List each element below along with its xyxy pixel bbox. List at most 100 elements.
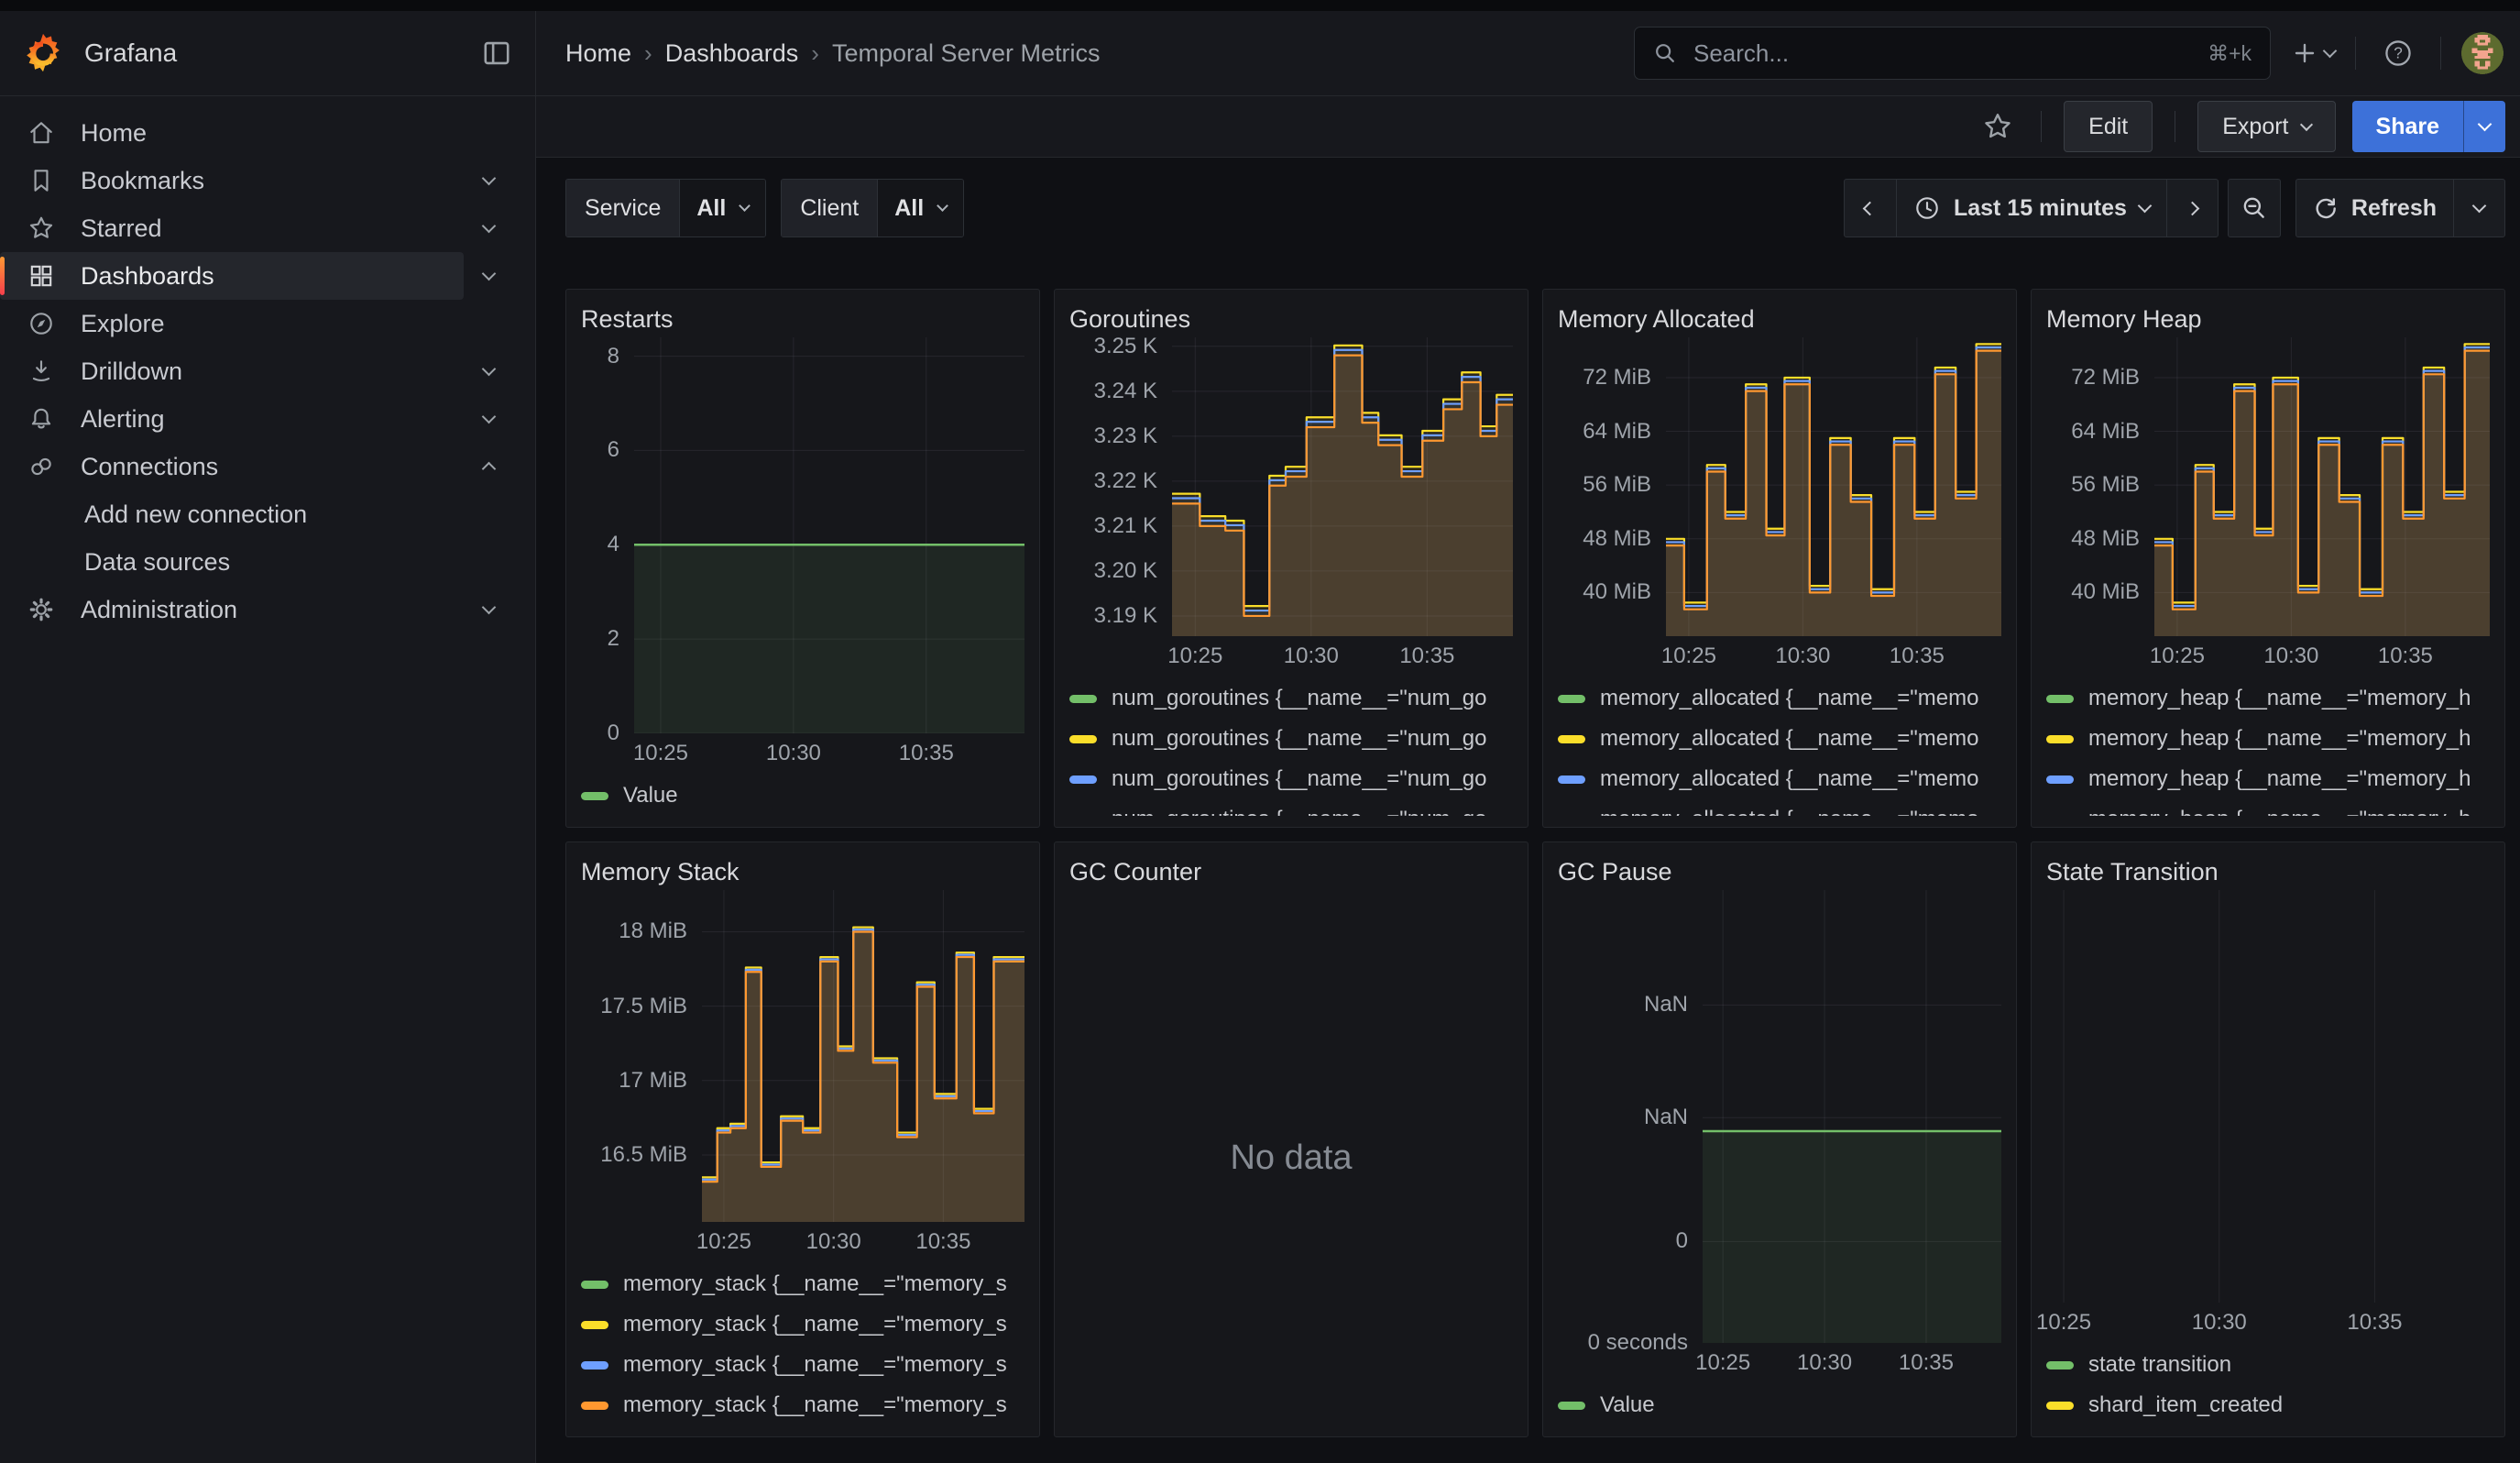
legend-label: memory_heap {__name__="memory_h xyxy=(2088,766,2471,792)
expand-alerting-button[interactable] xyxy=(464,395,513,443)
legend-item[interactable]: memory_heap {__name__="memory_h xyxy=(2046,678,2490,719)
legend-item[interactable]: num_goroutines {__name__="num_go xyxy=(1069,678,1513,719)
time-zoom-out-button[interactable] xyxy=(2229,180,2280,236)
legend-item[interactable]: memory_allocated {__name__="memo xyxy=(1558,719,2001,759)
legend-label: shard_item_created xyxy=(2088,1392,2283,1418)
chart[interactable]: 72 MiB64 MiB56 MiB48 MiB40 MiB xyxy=(1558,337,2001,636)
expand-dashboards-button[interactable] xyxy=(464,252,513,300)
client-label: Client xyxy=(782,180,877,236)
legend-swatch xyxy=(1558,776,1585,784)
legend-item[interactable]: num_goroutines {__name__="num_go xyxy=(1069,719,1513,759)
panel-header[interactable]: Memory Stack xyxy=(581,853,1024,890)
panel-header[interactable]: Restarts xyxy=(581,301,1024,337)
share-menu-button[interactable] xyxy=(2463,101,2505,152)
add-menu-button[interactable] xyxy=(2291,31,2335,75)
toolbar-divider xyxy=(2041,111,2042,142)
search-input[interactable] xyxy=(1692,38,2193,69)
service-value-dropdown[interactable]: All xyxy=(679,180,765,236)
chart[interactable] xyxy=(2046,890,2490,1303)
sidebar-item-bookmarks[interactable]: Bookmarks xyxy=(0,157,464,204)
clock-icon xyxy=(1913,194,1941,222)
export-button[interactable]: Export xyxy=(2197,101,2335,152)
refresh-interval-button[interactable] xyxy=(2453,180,2504,236)
sidebar-item-starred[interactable]: Starred xyxy=(0,204,464,252)
x-tick-label: 10:25 xyxy=(1167,644,1222,669)
help-circle-icon: ? xyxy=(2383,38,2413,68)
chart-canvas xyxy=(2154,337,2490,636)
edit-label: Edit xyxy=(2088,114,2128,140)
x-tick-label: 10:25 xyxy=(696,1229,751,1255)
favorite-star-button[interactable] xyxy=(1977,105,2019,148)
user-avatar[interactable] xyxy=(2461,32,2504,74)
expand-starred-button[interactable] xyxy=(464,204,513,252)
chevron-left-icon xyxy=(1863,201,1878,215)
legend-label: num_goroutines {__name__="num_go xyxy=(1112,766,1487,792)
sidebar-item-add-new-connection[interactable]: Add new connection xyxy=(0,490,513,538)
chevron-down-icon xyxy=(481,219,496,234)
chart[interactable]: 3.25 K3.24 K3.23 K3.22 K3.21 K3.20 K3.19… xyxy=(1069,337,1513,636)
legend-item[interactable]: memory_allocated {__name__="memo xyxy=(1558,678,2001,719)
legend-swatch xyxy=(1558,695,1585,703)
chart-canvas xyxy=(702,890,1024,1222)
legend-item[interactable]: memory_stack {__name__="memory_s xyxy=(581,1345,1024,1385)
expand-drilldown-button[interactable] xyxy=(464,347,513,395)
time-shift-back-button[interactable] xyxy=(1845,180,1896,236)
sidebar-toggle-icon[interactable] xyxy=(480,37,513,70)
x-tick-label: 10:25 xyxy=(2036,1310,2091,1336)
time-range-picker[interactable]: Last 15 minutes xyxy=(1896,180,2166,236)
legend-swatch xyxy=(1069,816,1097,817)
share-button[interactable]: Share xyxy=(2352,101,2463,152)
legend-item[interactable]: memory_heap {__name__="memory_h xyxy=(2046,759,2490,799)
y-axis-labels: NaNNaN00 seconds xyxy=(1558,890,1703,1343)
time-shift-forward-button[interactable] xyxy=(2166,180,2218,236)
sidebar-item-home[interactable]: Home xyxy=(0,109,513,157)
panel-header[interactable]: Goroutines xyxy=(1069,301,1513,337)
expand-bookmarks-button[interactable] xyxy=(464,157,513,204)
legend-item[interactable]: memory_stack {__name__="memory_s xyxy=(581,1264,1024,1304)
client-value-dropdown[interactable]: All xyxy=(877,180,963,236)
legend-item[interactable]: memory_stack {__name__="memory_s xyxy=(581,1304,1024,1345)
legend-label: memory_stack {__name__="memory_s xyxy=(623,1392,1007,1418)
legend-item[interactable]: num_goroutines {__name__="num_go xyxy=(1069,799,1513,816)
grafana-logo-icon[interactable] xyxy=(22,32,64,74)
chart[interactable]: NaNNaN00 seconds xyxy=(1558,890,2001,1343)
legend-item[interactable]: memory_heap {__name__="memory_h xyxy=(2046,799,2490,816)
legend-item[interactable]: memory_stack {__name__="memory_s xyxy=(581,1385,1024,1425)
x-tick-label: 10:30 xyxy=(2263,644,2318,669)
panel-header[interactable]: GC Counter xyxy=(1069,853,1513,890)
panel-header[interactable]: State Transition xyxy=(2046,853,2490,890)
panel-title: Memory Stack xyxy=(581,858,740,886)
legend-item[interactable]: num_goroutines {__name__="num_go xyxy=(1069,759,1513,799)
search-box[interactable]: ⌘+k xyxy=(1634,27,2271,80)
sidebar-item-explore[interactable]: Explore xyxy=(0,300,513,347)
refresh-button[interactable]: Refresh xyxy=(2296,180,2453,236)
help-button[interactable]: ? xyxy=(2376,31,2420,75)
sidebar-item-label: Starred xyxy=(81,214,162,243)
chart[interactable]: 72 MiB64 MiB56 MiB48 MiB40 MiB xyxy=(2046,337,2490,636)
edit-button[interactable]: Edit xyxy=(2064,101,2153,152)
chart[interactable]: 86420 xyxy=(581,337,1024,733)
legend-item[interactable]: memory_heap {__name__="memory_h xyxy=(2046,719,2490,759)
panel-header[interactable]: GC Pause xyxy=(1558,853,2001,890)
sidebar-item-connections[interactable]: Connections xyxy=(0,443,464,490)
expand-administration-button[interactable] xyxy=(464,586,513,633)
collapse-connections-button[interactable] xyxy=(464,443,513,490)
legend-item[interactable]: shard_item_created xyxy=(2046,1385,2490,1425)
chart[interactable]: 18 MiB17.5 MiB17 MiB16.5 MiB xyxy=(581,890,1024,1222)
sidebar-item-dashboards[interactable]: Dashboards xyxy=(0,252,464,300)
breadcrumb-dashboards[interactable]: Dashboards xyxy=(665,39,799,68)
legend-item[interactable]: Value xyxy=(581,776,1024,816)
sidebar-item-alerting[interactable]: Alerting xyxy=(0,395,464,443)
panel-title: Restarts xyxy=(581,305,674,334)
legend-item[interactable]: state transition xyxy=(2046,1345,2490,1385)
sidebar-item-drilldown[interactable]: Drilldown xyxy=(0,347,464,395)
chevron-down-icon xyxy=(2472,199,2487,214)
legend-item[interactable]: memory_allocated {__name__="memo xyxy=(1558,799,2001,816)
sidebar-item-data-sources[interactable]: Data sources xyxy=(0,538,513,586)
breadcrumb-home[interactable]: Home xyxy=(565,39,631,68)
panel-header[interactable]: Memory Heap xyxy=(2046,301,2490,337)
sidebar-item-administration[interactable]: Administration xyxy=(0,586,464,633)
legend-item[interactable]: Value xyxy=(1558,1385,2001,1425)
legend-item[interactable]: memory_allocated {__name__="memo xyxy=(1558,759,2001,799)
panel-header[interactable]: Memory Allocated xyxy=(1558,301,2001,337)
